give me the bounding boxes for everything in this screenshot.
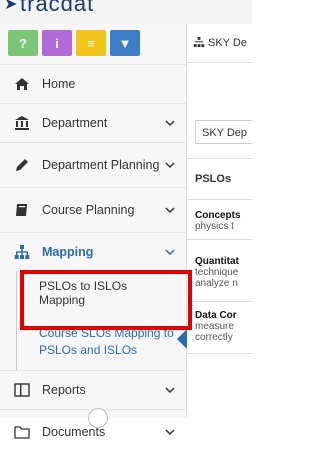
- breadcrumb: SKY De: [187, 24, 252, 63]
- sidebar-item-reports[interactable]: Reports: [0, 369, 186, 409]
- institution-icon: [12, 116, 32, 130]
- main-content: SKY De SKY Dep PSLOs Concepts physics t …: [187, 24, 252, 417]
- row-desc: technique: [195, 267, 239, 278]
- row-desc: analyze n: [195, 278, 238, 289]
- sidebar-item-label: Home: [42, 77, 76, 91]
- home-icon: [12, 77, 32, 91]
- pencil-icon: [12, 158, 32, 172]
- department-select[interactable]: SKY Dep: [195, 120, 252, 144]
- table-row: Concepts physics t: [187, 200, 252, 240]
- chevron-down-icon: [165, 120, 175, 127]
- chevron-down-icon: [165, 387, 175, 393]
- sitemap-icon: [193, 36, 205, 50]
- sidebar-item-home[interactable]: Home: [0, 64, 186, 103]
- app-logo-bar: ➤ tracdat: [0, 0, 252, 24]
- sidebar-item-mapping[interactable]: Mapping: [0, 232, 186, 271]
- sidebar: ? i ≡ ▼ Home Department Department Plann…: [0, 24, 187, 439]
- notes-button[interactable]: ≡: [76, 30, 106, 56]
- table-row: Quantitat technique analyze n: [187, 240, 252, 302]
- row-desc: measure: [195, 321, 234, 332]
- sidebar-item-course-planning[interactable]: Course Planning: [0, 187, 186, 232]
- sidebar-item-department-planning[interactable]: Department Planning: [0, 142, 186, 187]
- info-button[interactable]: i: [42, 30, 72, 56]
- folder-icon: [12, 425, 32, 439]
- sidebar-item-department[interactable]: Department: [0, 103, 186, 142]
- row-title: Quantitat: [195, 256, 239, 267]
- sidebar-item-label: Department: [42, 116, 108, 130]
- logo-mark-icon: ➤: [4, 0, 18, 13]
- row-desc: physics t: [195, 221, 234, 232]
- app-logo: tracdat: [20, 0, 95, 16]
- pslos-table: PSLOs Concepts physics t Quantitat techn…: [187, 158, 252, 354]
- table-header: PSLOs: [187, 158, 252, 200]
- scroll-indicator: [88, 408, 108, 428]
- row-desc: correctly: [195, 332, 233, 343]
- annotation-highlight-box: [20, 270, 192, 330]
- sidebar-item-label: Department Planning: [42, 158, 160, 172]
- help-button[interactable]: ?: [8, 30, 38, 56]
- sidebar-item-label: Course Planning: [42, 203, 135, 217]
- table-row: Data Cor measure correctly: [187, 302, 252, 354]
- book-icon: [12, 203, 32, 217]
- chevron-down-icon: [165, 249, 175, 256]
- sidebar-item-label: Reports: [42, 382, 86, 397]
- row-title: Concepts: [195, 210, 241, 221]
- sidebar-item-label: Mapping: [42, 245, 94, 259]
- sitemap-icon: [12, 245, 32, 259]
- breadcrumb-label: SKY De: [208, 37, 247, 49]
- sidebar-toolbar: ? i ≡ ▼: [0, 24, 186, 64]
- chevron-down-icon: [165, 429, 175, 435]
- chevron-down-icon: [165, 207, 175, 214]
- chevron-down-icon: [165, 162, 175, 169]
- columns-icon: [12, 383, 32, 397]
- sidebar-subitem-label: Course SLOs Mapping to PSLOs and ISLOs: [39, 326, 174, 358]
- active-indicator: [177, 329, 187, 349]
- row-title: Data Cor: [195, 310, 237, 321]
- filter-button[interactable]: ▼: [110, 30, 140, 56]
